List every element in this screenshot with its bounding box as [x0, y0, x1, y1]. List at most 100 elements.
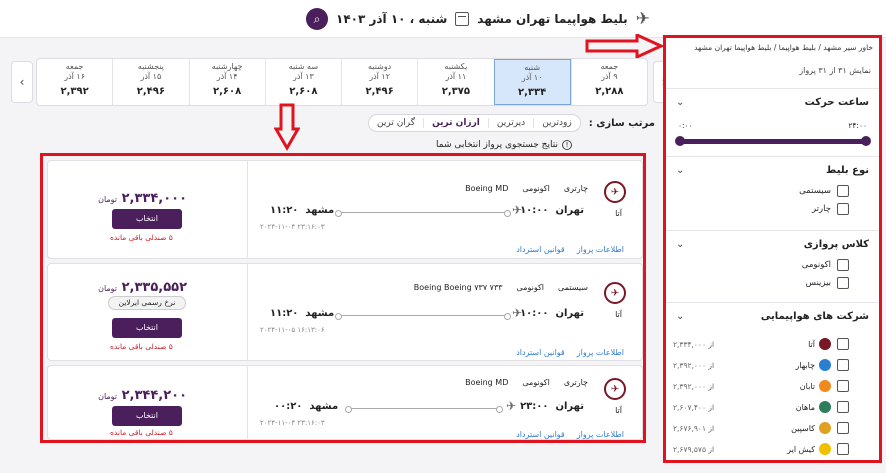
route-line: [345, 406, 503, 413]
sort-cheapest[interactable]: ارزان ترین: [423, 118, 488, 128]
select-button[interactable]: انتخاب: [112, 406, 182, 426]
select-button[interactable]: انتخاب: [112, 318, 182, 338]
sort-latest[interactable]: دیرترین: [487, 118, 533, 128]
chevron-down-icon[interactable]: ⌄: [676, 239, 684, 250]
sort-earliest[interactable]: زودترین: [533, 118, 580, 128]
aircraft: Boeing MD: [465, 378, 509, 387]
date-day: سه شنبه: [288, 62, 319, 71]
checkbox[interactable]: [837, 422, 849, 434]
airline-name: تابان: [799, 381, 815, 391]
sort-expensive[interactable]: گران ترین: [369, 118, 423, 128]
breadcrumb[interactable]: خاور سیر مشهد / بلیط هواپیما / بلیط هواپ…: [694, 43, 873, 52]
option-label: اکونومی: [801, 260, 831, 270]
airline-option[interactable]: تابان از ۲,۳۹۲,۰۰۰: [669, 380, 849, 392]
airline-logo-icon: [819, 359, 831, 371]
class-option[interactable]: بیزینس: [806, 277, 849, 289]
checkbox[interactable]: [837, 338, 849, 350]
results-info: ! نتایج جستجوی پرواز انتخابی شما: [436, 140, 572, 150]
refund-rules-link[interactable]: قوانین استرداد: [516, 348, 565, 357]
airline-option[interactable]: کاسپین از ۲,۶۷۶,۹۰۱: [669, 422, 849, 434]
price-value: ۲,۳۴۴,۲۰۰: [121, 388, 187, 403]
date-price: ۲,۲۸۸: [595, 86, 624, 97]
price-currency: تومان: [98, 284, 118, 293]
class-option[interactable]: اکونومی: [802, 259, 849, 271]
info-icon: !: [561, 140, 572, 150]
route-summary[interactable]: ✈ بلیط هواپیما تهران مشهد شنبه ، ۱۰ آذر …: [306, 8, 650, 30]
checkbox[interactable]: [837, 401, 849, 413]
airline-logo-icon: ✈: [604, 282, 626, 304]
date-price: ۲,۶۰۸: [289, 86, 318, 97]
flight-info-link[interactable]: اطلاعات پرواز: [577, 430, 624, 439]
checkbox[interactable]: [837, 277, 849, 289]
sort-row: مرتب سازی : زودترین دیرترین ارزان ترین گ…: [368, 114, 655, 132]
chevron-down-icon[interactable]: ⌄: [676, 97, 684, 108]
airline-option[interactable]: آتا از ۲,۳۳۴,۰۰۰: [669, 338, 849, 350]
airline-name: چابهار: [795, 360, 815, 370]
airline-logo-icon: [819, 380, 831, 392]
flight-price: ۲,۳۳۵,۵۵۲ تومان: [98, 280, 187, 295]
flight-price: ۲,۳۴۴,۲۰۰ تومان: [98, 388, 187, 403]
seats-left: ۵ صندلی باقی مانده: [110, 342, 173, 351]
checkbox[interactable]: [837, 259, 849, 271]
flight-info-link[interactable]: اطلاعات پرواز: [577, 245, 624, 254]
slider-max-label: ۲۴:۰۰: [848, 121, 867, 130]
sort-label: مرتب سازی :: [588, 117, 655, 129]
arrival-time: ۱۱:۲۰: [270, 308, 299, 319]
date-cell[interactable]: دوشنبه ۱۲ آذر ۲,۴۹۶: [341, 59, 417, 105]
aircraft: Boeing Boeing ۷۳۷ ۷۳۳: [413, 283, 503, 292]
official-rate-badge: نرخ رسمی ایرلاین: [108, 296, 186, 310]
date-price: ۲,۶۰۸: [213, 86, 242, 97]
date-cell[interactable]: پنجشنبه ۱۵ آذر ۲,۴۹۶: [112, 59, 188, 105]
airline-logo-icon: [819, 422, 831, 434]
flight-info-link[interactable]: اطلاعات پرواز: [577, 348, 624, 357]
date-cell[interactable]: یکشنبه ۱۱ آذر ۲,۳۷۵: [417, 59, 493, 105]
route-line: [335, 210, 511, 217]
time-range-slider[interactable]: [675, 136, 871, 146]
refund-rules-link[interactable]: قوانین استرداد: [516, 430, 565, 439]
date-price: ۲,۳۹۲: [60, 86, 89, 97]
select-button[interactable]: انتخاب: [112, 209, 182, 229]
date-day: یکشنبه: [444, 62, 468, 71]
airline-option[interactable]: کیش ایر از ۲,۶۷۹,۵۷۵: [669, 443, 849, 455]
search-button[interactable]: ⌕: [306, 8, 328, 30]
airplane-icon: ✈: [512, 203, 523, 217]
seats-left: ۵ صندلی باقی مانده: [110, 428, 173, 437]
flight-timestamp: ۲۰۲۴-۱۱-۰۴ ۲۳:۱۶:۰۳: [260, 419, 325, 427]
date-cell[interactable]: چهارشنبه ۱۴ آذر ۲,۶۰۸: [188, 59, 265, 105]
prev-dates-button[interactable]: ‹: [11, 61, 33, 103]
airplane-icon: ✈: [635, 9, 650, 29]
origin-city: تهران: [555, 308, 584, 319]
date-cell-active[interactable]: شنبه ۱۰ آذر ۲,۳۳۴: [493, 59, 571, 105]
airline-from-price: از ۲,۳۹۲,۰۰۰: [673, 381, 715, 391]
checkbox[interactable]: [837, 359, 849, 371]
flight-tags: چارتری اکونومی Boeing MD: [465, 184, 588, 193]
option-label: بیزینس: [805, 278, 831, 288]
chevron-down-icon[interactable]: ⌄: [676, 311, 684, 322]
airline-option[interactable]: چابهار از ۲,۳۹۲,۰۰۰: [669, 359, 849, 371]
date-price: ۲,۳۷۵: [441, 86, 470, 97]
date-cell[interactable]: جمعه ۱۶ آذر ۲,۳۹۲: [37, 59, 112, 105]
airline-option[interactable]: ماهان از ۲,۶۰۷,۴۰۰: [669, 401, 849, 413]
date-cell[interactable]: جمعه ۹ آذر ۲,۲۸۸: [570, 59, 647, 105]
option-label: چارتر: [811, 204, 831, 214]
flight-type: سیستمی: [558, 283, 588, 292]
ticket-type-option[interactable]: چارتر: [812, 203, 849, 215]
checkbox[interactable]: [837, 185, 849, 197]
date-date: ۱۵ آذر: [140, 72, 162, 81]
checkbox[interactable]: [837, 380, 849, 392]
ticket-type-option[interactable]: سیستمی: [799, 185, 849, 197]
origin-city: تهران: [555, 205, 584, 216]
checkbox[interactable]: [837, 443, 849, 455]
date-cell[interactable]: سه شنبه ۱۳ آذر ۲,۶۰۸: [264, 59, 341, 105]
airplane-icon: ✈: [506, 399, 517, 413]
refund-rules-link[interactable]: قوانین استرداد: [516, 245, 565, 254]
price-currency: تومان: [98, 195, 118, 204]
checkbox[interactable]: [837, 203, 849, 215]
chevron-down-icon[interactable]: ⌄: [676, 165, 684, 176]
departure-time: ۱۰:۰۰: [520, 308, 549, 319]
calendar-icon: [455, 12, 470, 26]
filters-sidebar-highlight: خاور سیر مشهد / بلیط هواپیما / بلیط هواپ…: [663, 35, 882, 463]
airline-name: ماهان: [795, 402, 815, 412]
airline-from-price: از ۲,۳۹۲,۰۰۰: [673, 360, 715, 370]
destination-city: مشهد: [309, 401, 339, 412]
